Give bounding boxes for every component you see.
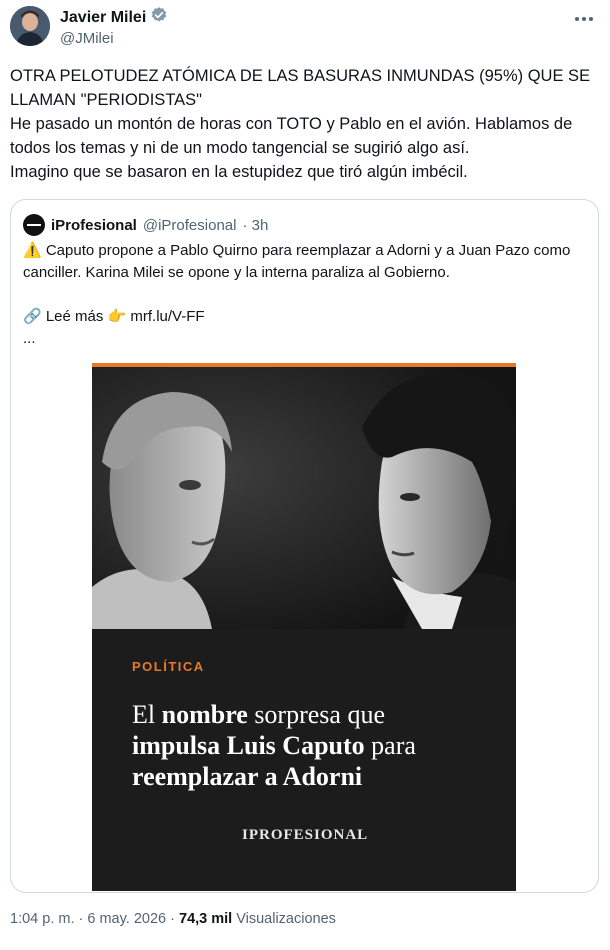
tweet-text: OTRA PELOTUDEZ ATÓMICA DE LAS BASURAS IN… bbox=[10, 67, 591, 181]
author-handle[interactable]: @JMilei bbox=[60, 29, 168, 49]
quoted-author-name: iProfesional bbox=[51, 216, 137, 234]
tweet-meta: 1:04 p. m. · 6 may. 2026 · 74,3 mil Visu… bbox=[10, 911, 336, 927]
meta-separator: · bbox=[166, 911, 179, 927]
author-avatar[interactable] bbox=[10, 6, 50, 46]
quoted-tweet-text: ⚠️ Caputo propone a Pablo Quirno para re… bbox=[23, 242, 571, 347]
headline-part: reemplazar a Adorni bbox=[132, 762, 363, 791]
views-label: Visualizaciones bbox=[232, 911, 336, 927]
views-count: 74,3 mil bbox=[179, 911, 233, 927]
headline-part: nombre bbox=[161, 700, 248, 729]
quoted-author-handle: @iProfesional bbox=[142, 216, 237, 234]
quoted-tweet-image[interactable]: POLÍTICA El nombre sorpresa que impulsa … bbox=[92, 363, 516, 891]
image-headline: El nombre sorpresa que impulsa Luis Capu… bbox=[132, 699, 492, 792]
author-name[interactable]: Javier Milei bbox=[60, 8, 146, 28]
quoted-tweet-time: · 3h bbox=[242, 216, 269, 234]
author-info: Javier Milei @JMilei bbox=[60, 6, 168, 49]
more-options-icon bbox=[574, 9, 594, 27]
quoted-author-avatar bbox=[23, 214, 45, 236]
tweet-date[interactable]: 6 may. 2026 bbox=[87, 911, 166, 927]
more-options-button[interactable] bbox=[568, 6, 600, 30]
headline-part: sorpresa que bbox=[247, 700, 385, 729]
quoted-tweet[interactable]: iProfesional @iProfesional · 3h ⚠️ Caput… bbox=[10, 199, 599, 893]
headline-part: impulsa Luis Caputo bbox=[132, 731, 365, 760]
headline-part: El bbox=[132, 700, 162, 729]
quoted-tweet-header: iProfesional @iProfesional · 3h bbox=[23, 214, 268, 236]
tweet-time[interactable]: 1:04 p. m. bbox=[10, 911, 74, 927]
portraits-photo bbox=[92, 367, 516, 629]
image-brand-logo: IPROFESIONAL bbox=[242, 827, 369, 843]
image-section-label: POLÍTICA bbox=[132, 659, 205, 674]
meta-separator: · bbox=[74, 911, 88, 927]
verified-badge-icon bbox=[150, 6, 168, 29]
headline-part: para bbox=[364, 731, 416, 760]
